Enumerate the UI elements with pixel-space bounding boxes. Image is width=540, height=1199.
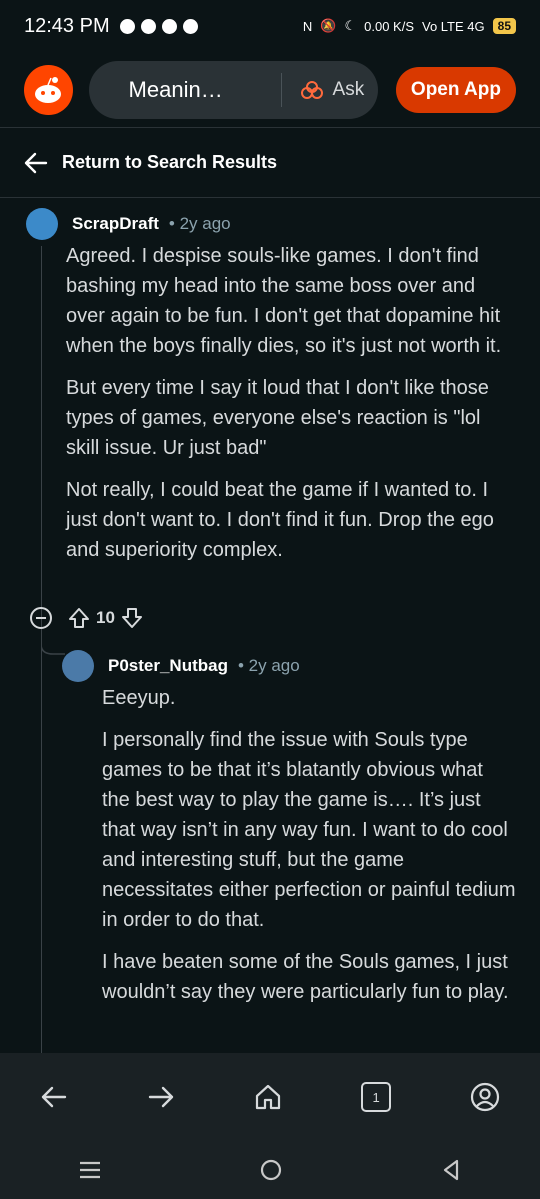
ask-button[interactable]: Ask [300, 78, 365, 101]
comment-header: ScrapDraft • 2y ago [26, 208, 231, 240]
comment-author[interactable]: ScrapDraft [72, 214, 159, 234]
ask-label: Ask [332, 78, 365, 100]
browser-bottom-nav: 1 [0, 1053, 540, 1141]
battery-indicator: 85 [492, 18, 516, 34]
circle-home-icon[interactable] [259, 1158, 283, 1182]
comment-age: • 2y ago [168, 214, 231, 233]
return-label: Return to Search Results [62, 152, 278, 172]
open-app-button[interactable]: Open App [395, 66, 516, 113]
comment-body: Eeeyup. I personally find the issue with… [102, 683, 516, 1019]
home-icon[interactable] [254, 1083, 282, 1111]
comment-header: P0ster_Nutbag • 2y ago [62, 650, 300, 682]
tabs-button[interactable]: 1 [361, 1082, 392, 1112]
back-arrow-icon [24, 152, 48, 173]
vote-controls: 10 [68, 607, 143, 629]
avatar[interactable] [62, 650, 94, 682]
return-to-search[interactable]: Return to Search Results [0, 128, 540, 198]
mute-icon: 🔕 [320, 18, 337, 33]
search-query[interactable]: Meanin… [129, 77, 223, 103]
notification-icons [119, 18, 198, 34]
search-pill[interactable]: Meanin… Ask [88, 60, 378, 119]
collapse-button[interactable] [30, 607, 52, 629]
menu-icon[interactable] [78, 1160, 102, 1180]
downvote-icon[interactable] [121, 607, 143, 629]
avatar[interactable] [26, 208, 58, 240]
comment-author[interactable]: P0ster_Nutbag [108, 656, 228, 676]
vote-score: 10 [96, 608, 115, 627]
profile-icon[interactable] [470, 1082, 500, 1112]
pill-divider [280, 72, 282, 107]
comment-age: • 2y ago [237, 656, 300, 675]
upvote-icon[interactable] [68, 607, 90, 629]
comment-paragraph: I personally find the issue with Souls t… [102, 729, 516, 931]
status-left: 12:43 PM [24, 15, 198, 38]
message-icon [140, 18, 156, 34]
comment-actions: 10 [30, 607, 143, 629]
app-icon [182, 18, 198, 34]
comment-thread: ScrapDraft • 2y ago Agreed. I despise so… [0, 198, 540, 1053]
app-header: Meanin… Ask Open App [0, 52, 540, 128]
comment-paragraph: Eeeyup. [102, 687, 176, 709]
status-bar: 12:43 PM N 🔕 ☾ 0.00 K/S Vo LTE 4G 85 [0, 0, 540, 52]
reddit-alien-icon [35, 76, 62, 103]
chat-icon [119, 18, 135, 34]
reddit-logo[interactable] [24, 64, 73, 115]
clock: 12:43 PM [24, 14, 110, 37]
comment-body: Agreed. I despise souls-like games. I do… [66, 241, 516, 577]
tab-count: 1 [372, 1089, 380, 1105]
forward-arrow-icon[interactable] [147, 1085, 175, 1109]
net-speed: 0.00 K/S [364, 18, 414, 34]
network-indicator: Vo LTE 4G [422, 18, 485, 34]
back-arrow-icon[interactable] [40, 1085, 68, 1109]
comment-paragraph: Not really, I could beat the game if I w… [66, 479, 494, 561]
moon-icon: ☾ [344, 18, 357, 33]
nfc-icon: N [302, 18, 313, 34]
comment-paragraph: Agreed. I despise souls-like games. I do… [66, 245, 502, 357]
comment-paragraph: I have beaten some of the Souls games, I… [102, 951, 509, 1003]
status-right: N 🔕 ☾ 0.00 K/S Vo LTE 4G 85 [303, 18, 516, 34]
save-icon [161, 18, 177, 34]
triangle-back-icon[interactable] [440, 1158, 462, 1182]
comment-paragraph: But every time I say it loud that I don'… [66, 377, 489, 459]
ask-icon [300, 80, 323, 99]
system-nav-bar [0, 1141, 540, 1199]
